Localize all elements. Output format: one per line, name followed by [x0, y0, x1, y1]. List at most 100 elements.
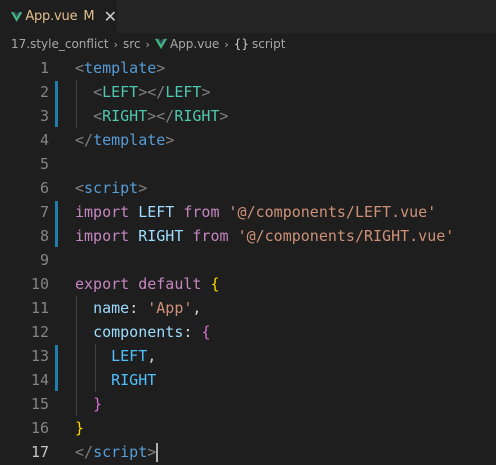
line-number: 9 [39, 251, 49, 269]
code-line[interactable]: 11 name: 'App', [0, 296, 496, 320]
code-token: import [75, 203, 130, 221]
tab-app-vue[interactable]: App.vue M ✕ [0, 0, 117, 33]
code-token: < [75, 179, 85, 197]
code-token: > [219, 107, 229, 125]
code-token: default [138, 275, 202, 293]
code-line[interactable]: 8 import RIGHT from '@/components/RIGHT.v… [0, 224, 496, 248]
code-token: name [93, 299, 130, 317]
code-line[interactable]: 1 <template> [0, 56, 496, 80]
code-token: LEFT [102, 83, 139, 101]
code-text: <template> [75, 56, 165, 80]
code-line[interactable]: 9 [0, 248, 496, 272]
code-token: } [75, 419, 85, 437]
code-text: <LEFT></LEFT> [75, 80, 210, 104]
breadcrumb-subfolder[interactable]: src [123, 37, 141, 51]
code-token: '@/components/RIGHT.vue' [237, 227, 455, 245]
code-token: </ [75, 443, 94, 461]
chevron-right-icon: › [224, 37, 229, 51]
code-line[interactable]: 3 <RIGHT></RIGHT> [0, 104, 496, 128]
code-text: } [75, 416, 84, 440]
code-line[interactable]: 2 <LEFT></LEFT> [0, 80, 496, 104]
code-text: <script> [75, 176, 147, 200]
tab-bar: App.vue M ✕ [0, 0, 496, 33]
line-number: 1 [39, 59, 49, 77]
code-token: RIGHT [138, 227, 184, 245]
code-line[interactable]: 17 </script> [0, 440, 496, 464]
line-number: 4 [39, 131, 49, 149]
line-number: 14 [30, 371, 49, 389]
code-token: template [93, 131, 166, 149]
code-token: LEFT [111, 347, 148, 365]
code-token: script [93, 443, 148, 461]
line-number: 12 [30, 323, 49, 341]
code-text: } [75, 392, 102, 416]
code-token: ></ [147, 107, 175, 125]
breadcrumb: 17.style_conflict › src › App.vue › {} s… [0, 33, 496, 55]
code-token: > [165, 131, 175, 149]
line-number: 15 [30, 395, 49, 413]
code-token: 'App' [147, 299, 193, 317]
code-line[interactable]: 6 <script> [0, 176, 496, 200]
code-text: components: { [75, 320, 210, 344]
code-line[interactable]: 4 </template> [0, 128, 496, 152]
vue-icon [11, 11, 23, 22]
code-line[interactable]: 10 export default { [0, 272, 496, 296]
code-token: </ [75, 131, 94, 149]
code-token: > [147, 443, 157, 461]
line-number: 13 [30, 347, 49, 365]
code-token: from [183, 203, 220, 221]
chevron-right-icon: › [145, 37, 150, 51]
code-token: script [84, 179, 139, 197]
code-line[interactable]: 14 RIGHT [0, 368, 496, 392]
code-token: , [192, 299, 202, 317]
code-token: < [75, 59, 85, 77]
code-text: import LEFT from '@/components/LEFT.vue' [75, 200, 436, 224]
code-token: '@/components/LEFT.vue' [228, 203, 437, 221]
code-text: export default { [75, 272, 220, 296]
breadcrumb-file[interactable]: App.vue [170, 37, 219, 51]
code-line[interactable]: 5 [0, 152, 496, 176]
line-number: 2 [39, 83, 49, 101]
code-line[interactable]: 12 components: { [0, 320, 496, 344]
code-token: components [93, 323, 184, 341]
code-text: </script> [75, 440, 156, 464]
braces-icon: {} [233, 37, 249, 51]
line-number: 8 [39, 227, 49, 245]
code-text: LEFT, [75, 344, 156, 368]
code-line[interactable]: 7 import LEFT from '@/components/LEFT.vue… [0, 200, 496, 224]
code-text: import RIGHT from '@/components/RIGHT.vu… [75, 224, 454, 248]
code-line[interactable]: 15 } [0, 392, 496, 416]
code-line[interactable]: 16} [0, 416, 496, 440]
code-line[interactable]: 13 LEFT, [0, 344, 496, 368]
code-token: > [138, 179, 148, 197]
code-token: > [201, 83, 211, 101]
breadcrumb-symbol[interactable]: script [252, 37, 285, 51]
line-number: 11 [30, 299, 49, 317]
close-icon[interactable]: ✕ [104, 8, 117, 25]
code-token: from [192, 227, 229, 245]
code-token: < [93, 107, 103, 125]
code-text: </template> [75, 128, 174, 152]
code-token: : [129, 299, 148, 317]
modified-indicator: M [83, 9, 95, 24]
code-token: ></ [138, 83, 166, 101]
code-text: RIGHT [75, 368, 156, 392]
code-token: LEFT [165, 83, 202, 101]
code-token: > [156, 59, 166, 77]
text-cursor [156, 443, 158, 462]
line-number: 5 [39, 155, 49, 173]
code-token: { [201, 323, 211, 341]
code-token: RIGHT [174, 107, 220, 125]
code-token: RIGHT [111, 371, 157, 389]
code-editor[interactable]: 1 <template> 2 <LEFT></LEFT> 3 <RIGHT></RIG… [0, 56, 496, 465]
breadcrumb-folder[interactable]: 17.style_conflict [11, 37, 109, 51]
